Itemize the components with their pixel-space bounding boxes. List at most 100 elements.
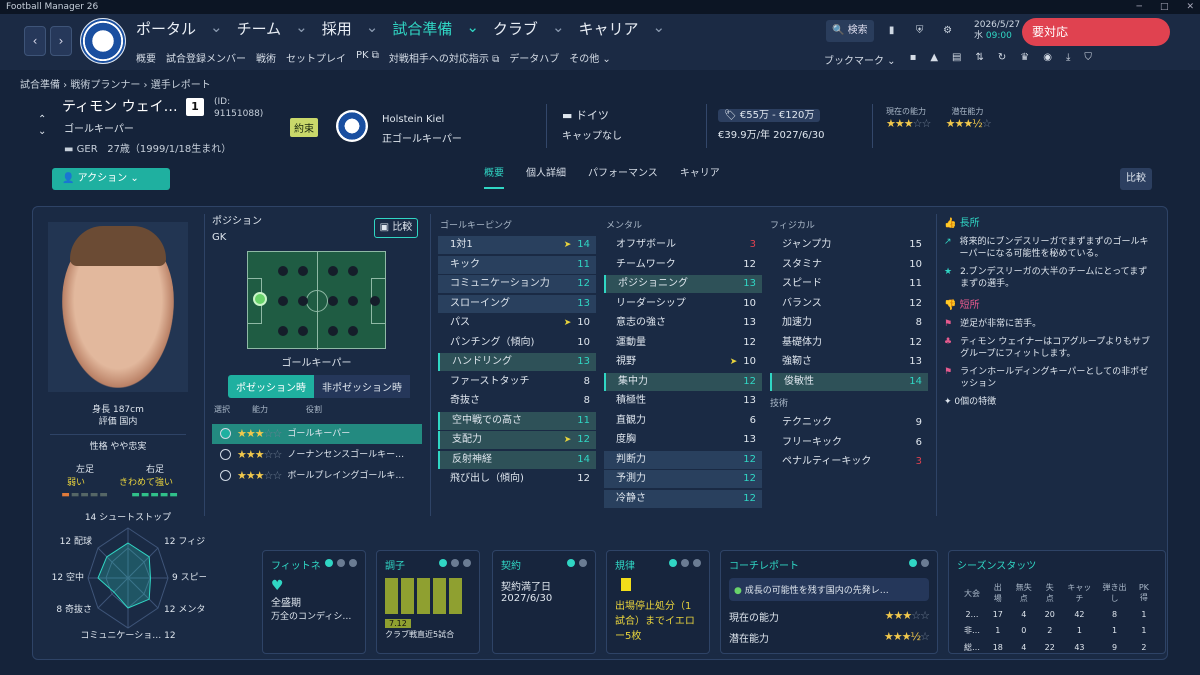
attribute-row[interactable]: ハンドリング 13 xyxy=(438,353,596,371)
attribute-row[interactable]: 1対1 ➤ 14 xyxy=(438,236,596,254)
pitch-position-slot[interactable] xyxy=(348,266,358,276)
club-logo-icon[interactable] xyxy=(336,110,368,142)
attribute-row[interactable]: コミュニケーション力 12 xyxy=(438,275,596,293)
subnav-opposition[interactable]: 対戦相手への対応指示 ⧉ xyxy=(389,50,499,65)
pitch-position-slot[interactable] xyxy=(298,296,308,306)
badge-icon[interactable]: ⛉ xyxy=(1084,52,1092,67)
attribute-row[interactable]: バランス 12 xyxy=(770,295,928,313)
subnav-pk[interactable]: PK ⧉ xyxy=(356,50,379,65)
close-icon[interactable]: ✕ xyxy=(1186,2,1194,12)
attribute-row[interactable]: 運動量 12 xyxy=(604,334,762,352)
game-date[interactable]: 2026/5/27 水 09:00 xyxy=(974,20,1020,42)
attribute-row[interactable]: 直観力 6 xyxy=(604,412,762,430)
attribute-row[interactable]: 反射神経 14 xyxy=(438,450,596,469)
pitch-position-slot[interactable] xyxy=(328,266,338,276)
attribute-row[interactable]: 度胸 13 xyxy=(604,431,762,449)
attribute-row[interactable]: 視野 ➤ 10 xyxy=(604,353,762,371)
transfer-icon[interactable]: ⇅ xyxy=(976,52,984,67)
forward-button[interactable]: › xyxy=(50,26,72,56)
attribute-row[interactable]: 奇抜さ 8 xyxy=(438,392,596,410)
in-possession-tab[interactable]: ポゼッション時 xyxy=(228,375,314,398)
form-card[interactable]: 調子 7.12 クラブ戦直近5試合 xyxy=(376,550,480,654)
trophy-icon[interactable]: ♛ xyxy=(1020,52,1029,67)
pitch-position-slot[interactable] xyxy=(278,296,288,306)
attribute-row[interactable]: 意志の強さ 13 xyxy=(604,314,762,332)
club-crest-icon[interactable] xyxy=(80,18,126,64)
pitch-position-slot[interactable] xyxy=(328,326,338,336)
attribute-row[interactable]: 予測力 12 xyxy=(604,470,762,488)
position-compare-button[interactable]: ▣ 比較 xyxy=(374,218,418,238)
search-button[interactable]: 🔍 検索 xyxy=(826,20,874,42)
attribute-row[interactable]: 冷静さ 12 xyxy=(604,489,762,508)
clipboard-icon[interactable]: ▤ xyxy=(952,52,961,67)
attribute-row[interactable]: 積極性 13 xyxy=(604,392,762,410)
nav-portal[interactable]: ポータル xyxy=(136,18,196,39)
discipline-card[interactable]: 規律 出場停止処分（1試合）までイエロー5枚 xyxy=(606,550,710,654)
nav-career[interactable]: キャリア xyxy=(579,18,639,39)
nav-club[interactable]: クラブ xyxy=(493,18,538,39)
attribute-row[interactable]: 基礎体力 12 xyxy=(770,334,928,352)
pitch-position-slot[interactable] xyxy=(278,266,288,276)
attribute-row[interactable]: スローイング 13 xyxy=(438,294,596,313)
attribute-row[interactable]: 空中戦での高さ 11 xyxy=(438,411,596,430)
contract-card[interactable]: 契約 契約満了日 2027/6/30 xyxy=(492,550,596,654)
traits-count[interactable]: ✦ 0個の特徴 xyxy=(944,396,1154,408)
pitch-position-slot[interactable] xyxy=(328,296,338,306)
gk-position-marker[interactable] xyxy=(253,292,267,306)
notebook-icon[interactable]: ▮ xyxy=(882,20,902,42)
minimize-icon[interactable]: ─ xyxy=(1137,2,1142,12)
shield-icon[interactable]: ⛨ xyxy=(910,20,930,42)
attribute-row[interactable]: スタミナ 10 xyxy=(770,256,928,274)
subnav-overview[interactable]: 概要 xyxy=(136,50,156,65)
subnav-datahub[interactable]: データハブ xyxy=(509,50,559,65)
pitch-position-slot[interactable] xyxy=(298,326,308,336)
fitness-card[interactable]: フィットネ ♥ 全盛期 万全のコンディシ… xyxy=(262,550,366,654)
attribute-row[interactable]: オフザボール 3 xyxy=(604,236,762,254)
chat-icon[interactable]: ▪ xyxy=(910,52,917,67)
attribute-row[interactable]: 俊敏性 14 xyxy=(770,372,928,391)
pitch-position-slot[interactable] xyxy=(348,296,358,306)
subnav-more[interactable]: その他 ⌄ xyxy=(569,50,611,65)
attribute-row[interactable]: チームワーク 12 xyxy=(604,256,762,274)
nav-recruit[interactable]: 採用 xyxy=(322,18,352,39)
pitch-position-slot[interactable] xyxy=(278,326,288,336)
attribute-row[interactable]: 集中力 12 xyxy=(604,372,762,391)
attribute-row[interactable]: ポジショニング 13 xyxy=(604,275,762,293)
tab-overview[interactable]: 概要 xyxy=(484,164,504,189)
tab-career[interactable]: キャリア xyxy=(680,164,720,189)
pitch-position-slot[interactable] xyxy=(370,296,380,306)
subnav-squad[interactable]: 試合登録メンバー xyxy=(166,50,246,65)
refresh-icon[interactable]: ↻ xyxy=(998,52,1006,67)
attribute-row[interactable]: 強靭さ 13 xyxy=(770,353,928,371)
attribute-row[interactable]: ペナルティーキック 3 xyxy=(770,453,928,471)
attribute-row[interactable]: スピード 11 xyxy=(770,275,928,293)
pitch-position-slot[interactable] xyxy=(348,326,358,336)
back-button[interactable]: ‹ xyxy=(24,26,46,56)
player-switch-arrows[interactable]: ⌃ ⌄ xyxy=(38,114,46,138)
role-row[interactable]: ★★★☆☆ ゴールキーパー xyxy=(212,424,422,444)
action-button[interactable]: 👤 アクション ⌄ xyxy=(52,168,170,190)
download-icon[interactable]: ⤓ xyxy=(1066,52,1070,67)
attribute-row[interactable]: リーダーシップ 10 xyxy=(604,295,762,313)
attribute-row[interactable]: テクニック 9 xyxy=(770,414,928,432)
continue-button[interactable]: 要対応 xyxy=(1022,18,1170,46)
pitch-position-slot[interactable] xyxy=(298,266,308,276)
season-stats-card[interactable]: シーズンスタッツ 大会 出場 無失点 失点 キャッチ 弾き出し PK得 2… 17 4 20 42 8 1… xyxy=(948,550,1166,654)
bookmark-dropdown[interactable]: ブックマーク ⌄ xyxy=(824,52,896,67)
shirt-icon[interactable]: ▲ xyxy=(930,52,938,67)
nav-match-prep[interactable]: 試合準備 xyxy=(392,18,452,39)
attribute-row[interactable]: 加速力 8 xyxy=(770,314,928,332)
compare-button[interactable]: 比較 xyxy=(1120,168,1152,190)
tab-performance[interactable]: パフォーマンス xyxy=(588,164,658,189)
gear-icon[interactable]: ⚙ xyxy=(938,20,958,42)
role-row[interactable]: ★★★☆☆ ボールプレイングゴールキ… xyxy=(212,466,422,486)
maximize-icon[interactable]: □ xyxy=(1160,2,1169,12)
role-row[interactable]: ★★★☆☆ ノーナンセンスゴールキー… xyxy=(212,445,422,465)
promise-badge[interactable]: 約束 xyxy=(290,118,318,137)
globe-icon[interactable]: ◉ xyxy=(1043,52,1052,67)
coach-report-card[interactable]: コーチレポート ● 成長の可能性を残す国内の先発レ… 現在の能力 ★★★☆☆ 潜在… xyxy=(720,550,938,654)
out-possession-tab[interactable]: 非ポゼッション時 xyxy=(314,375,410,398)
subnav-setpieces[interactable]: セットプレイ xyxy=(286,50,346,65)
attribute-row[interactable]: 判断力 12 xyxy=(604,450,762,469)
attribute-row[interactable]: パンチング（傾向) 10 xyxy=(438,334,596,352)
